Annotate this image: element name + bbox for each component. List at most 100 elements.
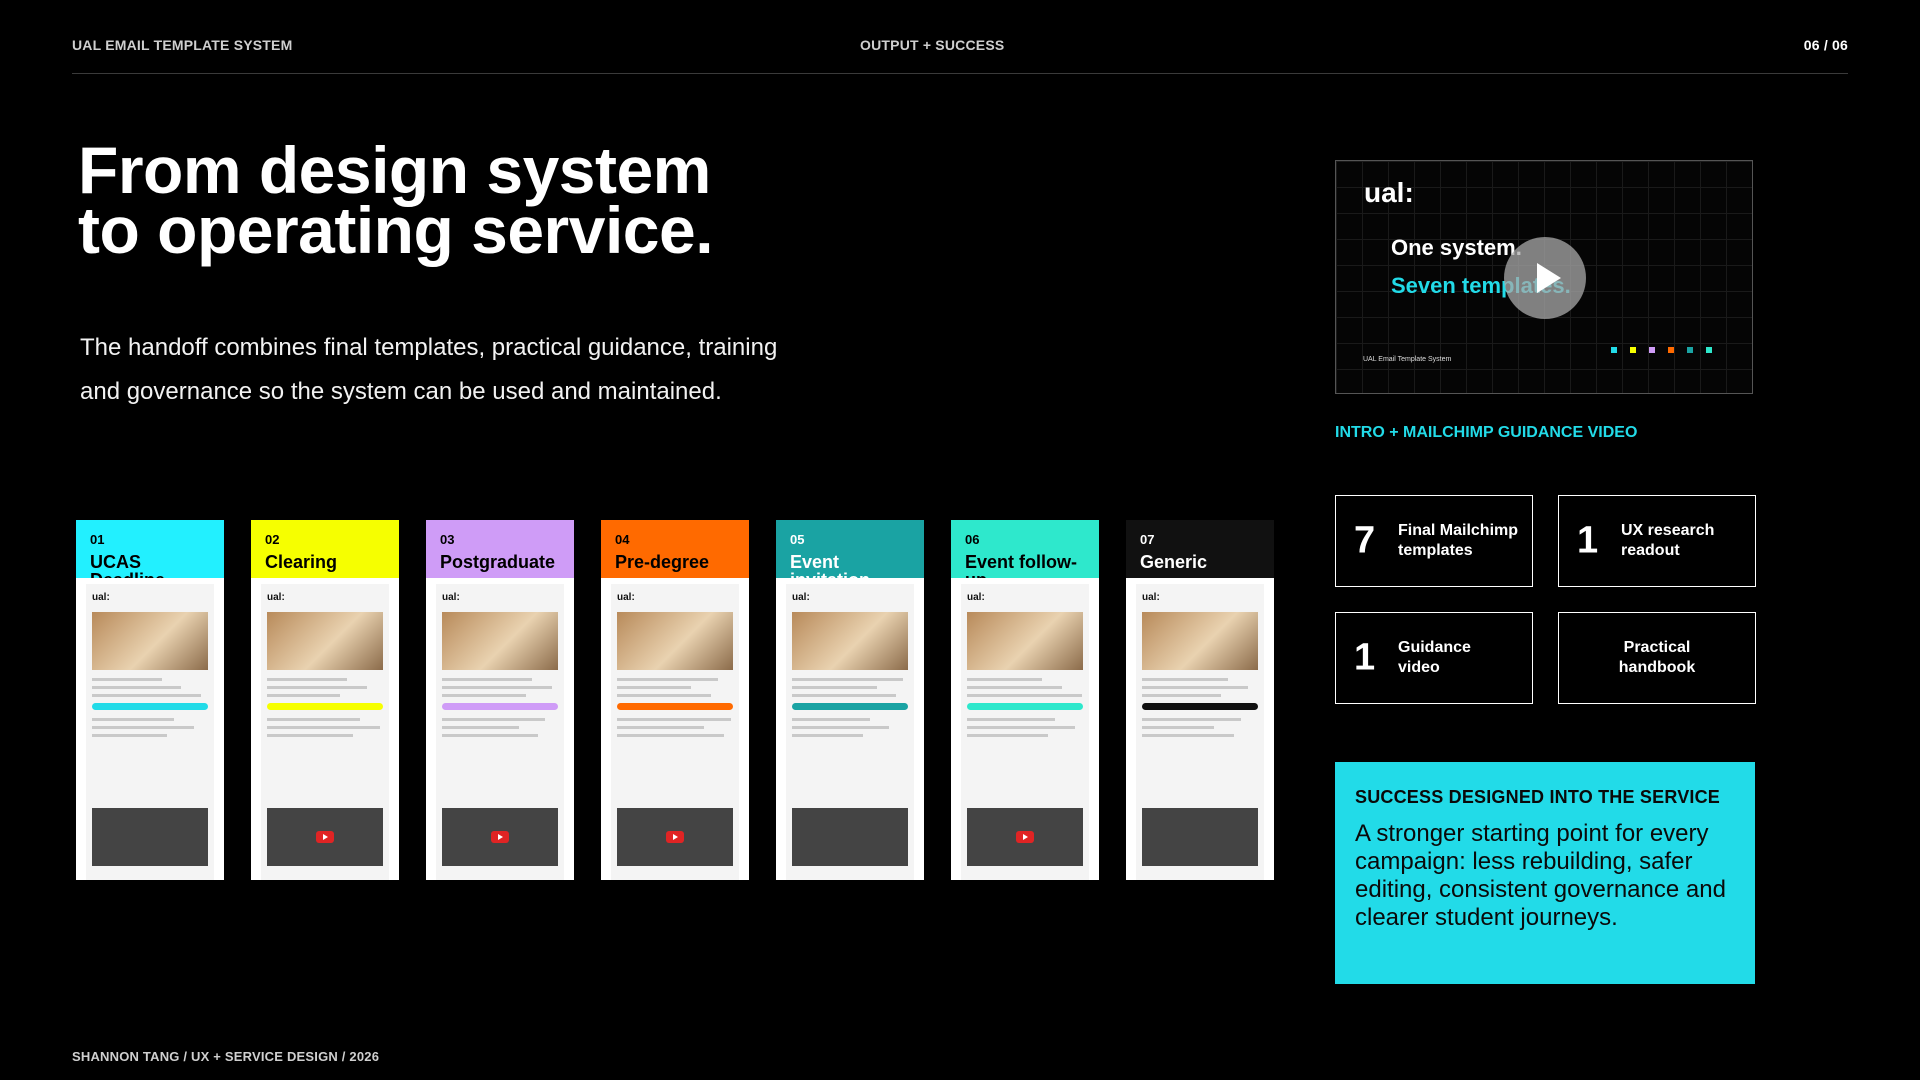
cta-button [92, 703, 208, 710]
template-number: 01 [90, 532, 105, 547]
cta-button [442, 703, 558, 710]
ual-logo: ual: [967, 592, 985, 603]
template-number: 04 [615, 532, 630, 547]
success-body: A stronger starting point for every camp… [1355, 820, 1726, 931]
cta-button [967, 703, 1083, 710]
page-title-line-2: to operating service. [78, 193, 714, 267]
stat-label: Final Mailchimp templates [1398, 522, 1519, 559]
body-text-lines [967, 678, 1083, 742]
stat-label: UX research readout [1621, 522, 1715, 559]
template-number: 05 [790, 532, 805, 547]
template-tab: 02 Clearing [251, 520, 399, 580]
secondary-image [967, 808, 1083, 866]
page-number: 06 / 06 [1803, 37, 1848, 53]
hero-image [617, 612, 733, 670]
hero-image [1142, 612, 1258, 670]
color-dot [1668, 347, 1674, 353]
video-label: INTRO + MAILCHIMP GUIDANCE VIDEO [1335, 424, 1638, 441]
template-name: Generic [1140, 552, 1208, 572]
video-player[interactable]: ual: One system. Seven templates. UAL Em… [1335, 160, 1753, 394]
cta-button [792, 703, 908, 710]
hero-image [267, 612, 383, 670]
play-icon[interactable] [1504, 237, 1586, 319]
header-divider [72, 73, 1848, 74]
stat-handbook: Practical handbook [1558, 612, 1756, 704]
stat-value: 1 [1354, 636, 1376, 679]
video-logo: ual: [1364, 177, 1414, 208]
template-card[interactable]: 02 Clearing ual: [251, 520, 399, 880]
template-preview: ual: [951, 578, 1099, 880]
template-card[interactable]: 07 Generic ual: [1126, 520, 1274, 880]
stat-research: 1 UX research readout [1558, 495, 1756, 587]
template-tab: 05Event invitation [776, 520, 924, 589]
body-text-lines [1142, 678, 1258, 742]
footer-credit: SHANNON TANG / UX + SERVICE DESIGN / 202… [72, 1049, 380, 1064]
secondary-image [792, 808, 908, 866]
template-tab: 01UCAS Deadline [76, 520, 224, 589]
template-card[interactable]: 03 Postgraduate ual: [426, 520, 574, 880]
template-number: 07 [1140, 532, 1155, 547]
secondary-image [442, 808, 558, 866]
body-text-lines [792, 678, 908, 742]
page-title: From design system to operating service. [78, 133, 714, 267]
color-dot [1611, 347, 1617, 353]
youtube-play-icon [666, 831, 684, 843]
template-card[interactable]: 06Event follow-up ual: [951, 520, 1099, 880]
secondary-image [1142, 808, 1258, 866]
body-text-lines [92, 678, 208, 742]
youtube-play-icon [1016, 831, 1034, 843]
secondary-image [92, 808, 208, 866]
hero-image [92, 612, 208, 670]
youtube-play-icon [491, 831, 509, 843]
stat-video: 1 Guidance video [1335, 612, 1533, 704]
youtube-play-icon [316, 831, 334, 843]
ual-logo: ual: [1142, 592, 1160, 603]
template-card[interactable]: 01UCAS Deadline ual: [76, 520, 224, 880]
template-number: 02 [265, 532, 280, 547]
stat-value: 1 [1577, 519, 1599, 562]
template-card[interactable]: 04 Pre-degree ual: [601, 520, 749, 880]
ual-logo: ual: [267, 592, 285, 603]
page-title-line-1: From design system [78, 133, 711, 207]
template-preview: ual: [251, 578, 399, 880]
cta-button [617, 703, 733, 710]
template-preview: ual: [601, 578, 749, 880]
page-subtitle: The handoff combines final templates, pr… [80, 326, 900, 414]
subtitle-line-2: and governance so the system can be used… [80, 378, 722, 405]
template-number: 03 [440, 532, 455, 547]
template-card[interactable]: 05Event invitation ual: [776, 520, 924, 880]
ual-logo: ual: [617, 592, 635, 603]
color-dot [1649, 347, 1655, 353]
template-number: 06 [965, 532, 980, 547]
deck-title: UAL EMAIL TEMPLATE SYSTEM [72, 37, 293, 53]
secondary-image [617, 808, 733, 866]
ual-logo: ual: [92, 592, 110, 603]
hero-image [967, 612, 1083, 670]
color-dots [1611, 340, 1725, 358]
secondary-image [267, 808, 383, 866]
color-dot [1706, 347, 1712, 353]
template-preview: ual: [76, 578, 224, 880]
template-preview: ual: [1126, 578, 1274, 880]
subtitle-line-1: The handoff combines final templates, pr… [80, 334, 778, 361]
body-text-lines [442, 678, 558, 742]
template-tab: 06Event follow-up [951, 520, 1099, 589]
video-headline-1: One system. [1391, 235, 1522, 260]
template-name: Pre-degree [615, 552, 710, 572]
template-tab: 04 Pre-degree [601, 520, 749, 580]
template-preview: ual: [776, 578, 924, 880]
template-name: Clearing [265, 552, 338, 572]
hero-image [442, 612, 558, 670]
success-heading: SUCCESS DESIGNED INTO THE SERVICE [1355, 787, 1721, 807]
color-dot [1630, 347, 1636, 353]
template-tab: 03 Postgraduate [426, 520, 574, 580]
ual-logo: ual: [792, 592, 810, 603]
success-panel: SUCCESS DESIGNED INTO THE SERVICE A stro… [1335, 762, 1755, 984]
cta-button [1142, 703, 1258, 710]
hero-image [792, 612, 908, 670]
stat-label: Guidance video [1398, 639, 1471, 676]
cta-button [267, 703, 383, 710]
stat-templates: 7 Final Mailchimp templates [1335, 495, 1533, 587]
body-text-lines [267, 678, 383, 742]
template-name: Postgraduate [440, 552, 556, 572]
